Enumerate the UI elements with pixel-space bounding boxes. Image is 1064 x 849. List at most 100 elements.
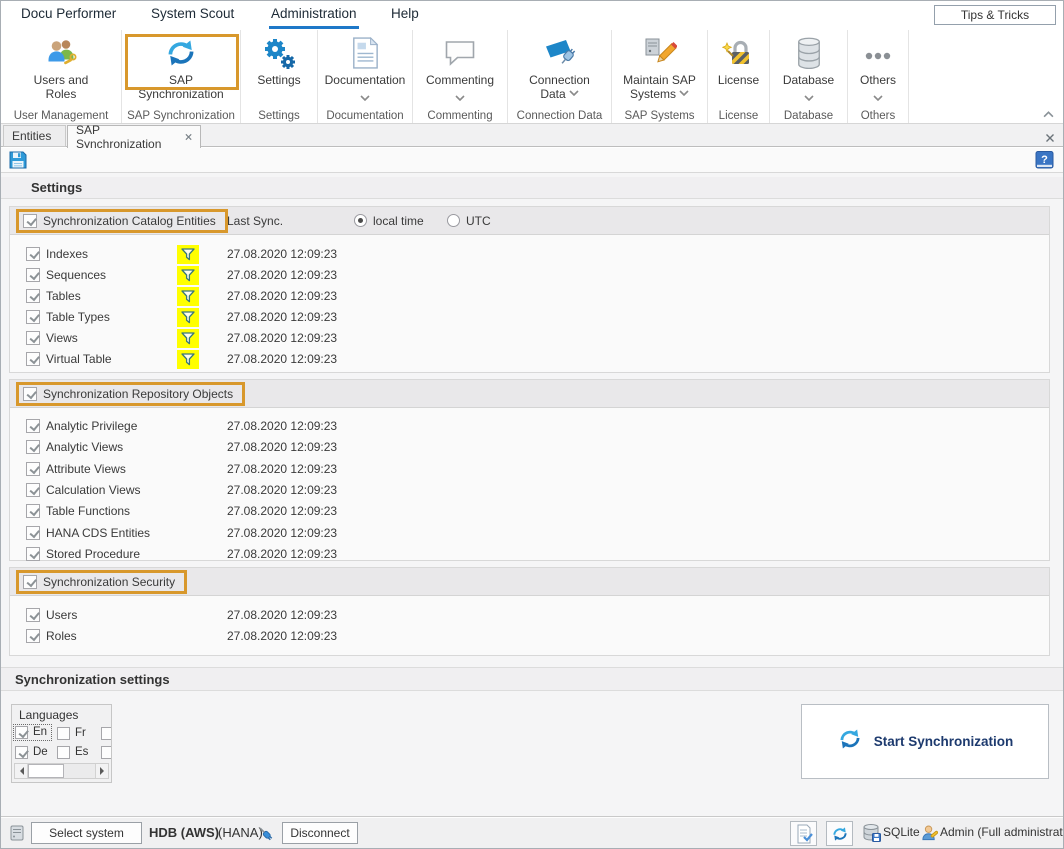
checkbox[interactable] bbox=[26, 289, 40, 303]
entity-row-virtual-table: Virtual Table 27.08.2020 12:09:23 bbox=[10, 350, 1045, 369]
checkbox[interactable] bbox=[26, 247, 40, 261]
sync-repository-objects-checkbox[interactable]: Synchronization Repository Objects bbox=[16, 382, 245, 406]
row-label: Analytic Views bbox=[46, 440, 123, 454]
checkbox[interactable] bbox=[15, 746, 28, 759]
menu-tab-administration[interactable]: Administration bbox=[269, 1, 359, 29]
scrollbar-thumb[interactable] bbox=[28, 764, 64, 778]
commenting-button[interactable]: Commenting bbox=[413, 35, 507, 106]
help-info-icon[interactable]: ? bbox=[1035, 151, 1054, 170]
entity-row-views: Views 27.08.2020 12:09:23 bbox=[10, 329, 1045, 348]
row-label: Calculation Views bbox=[46, 483, 141, 497]
menu-tab-system-scout[interactable]: System Scout bbox=[149, 1, 236, 29]
checkbox[interactable] bbox=[26, 462, 40, 476]
filter-icon[interactable] bbox=[177, 287, 199, 306]
connection-pin-icon[interactable] bbox=[255, 823, 275, 846]
language-option-en[interactable]: En bbox=[14, 724, 51, 740]
others-button[interactable]: Others bbox=[848, 35, 908, 106]
ribbon-group-user-management: Users and Roles User Management bbox=[1, 30, 122, 123]
object-row-hana-cds-entities: HANA CDS Entities 27.08.2020 12:09:23 bbox=[10, 524, 1045, 543]
checkbox[interactable] bbox=[26, 483, 40, 497]
language-option-clipped[interactable] bbox=[101, 744, 112, 760]
checkbox[interactable] bbox=[26, 526, 40, 540]
documentation-button[interactable]: Documentation bbox=[318, 35, 412, 106]
checkbox[interactable] bbox=[26, 268, 40, 282]
checkbox[interactable] bbox=[57, 727, 70, 740]
row-label: Indexes bbox=[46, 247, 88, 261]
sync-status-button[interactable] bbox=[826, 821, 853, 846]
users-and-roles-icon bbox=[45, 35, 78, 71]
language-option-clipped[interactable] bbox=[101, 725, 112, 741]
ribbon-group-caption: License bbox=[708, 110, 769, 122]
svg-text:?: ? bbox=[1041, 154, 1048, 166]
filter-icon[interactable] bbox=[177, 308, 199, 327]
checkbox[interactable] bbox=[26, 440, 40, 454]
save-icon[interactable] bbox=[9, 151, 27, 169]
checkbox[interactable] bbox=[26, 419, 40, 433]
document-check-button[interactable] bbox=[790, 821, 817, 846]
scroll-right-button[interactable] bbox=[95, 764, 108, 778]
ribbon-group-database: Database Database bbox=[770, 30, 848, 123]
connection-data-button[interactable]: Connection Data bbox=[508, 35, 611, 101]
horizontal-scrollbar[interactable] bbox=[14, 763, 109, 779]
sync-security-checkbox[interactable]: Synchronization Security bbox=[16, 570, 187, 594]
tab-entities[interactable]: Entities bbox=[3, 125, 66, 147]
menu-tab-help[interactable]: Help bbox=[389, 1, 421, 29]
row-label: Table Types bbox=[46, 310, 110, 324]
filter-icon[interactable] bbox=[177, 329, 199, 348]
language-option-fr[interactable]: Fr bbox=[57, 725, 86, 741]
chevron-down-icon bbox=[360, 88, 370, 106]
checkbox[interactable] bbox=[26, 504, 40, 518]
filter-icon[interactable] bbox=[177, 245, 199, 264]
sync-catalog-entities-checkbox[interactable]: Synchronization Catalog Entities bbox=[16, 209, 228, 233]
language-option-es[interactable]: Es bbox=[57, 744, 88, 760]
checkbox[interactable] bbox=[26, 629, 40, 643]
catalog-entities-header: Synchronization Catalog Entities Last Sy… bbox=[10, 207, 1049, 235]
collapse-ribbon-icon[interactable] bbox=[1043, 105, 1054, 123]
ribbon-group-caption: SAP Systems bbox=[612, 110, 707, 122]
entity-row-sequences: Sequences 27.08.2020 12:09:23 bbox=[10, 266, 1045, 285]
ribbon-group-caption: Documentation bbox=[318, 110, 412, 122]
checkbox[interactable] bbox=[23, 575, 37, 589]
ribbon-menu-bar: Docu Performer System Scout Administrati… bbox=[1, 1, 1063, 29]
checkbox[interactable] bbox=[23, 214, 37, 228]
utc-radio[interactable]: UTC bbox=[447, 214, 491, 228]
license-button[interactable]: License bbox=[708, 35, 769, 87]
checkbox[interactable] bbox=[23, 387, 37, 401]
row-label: Table Functions bbox=[46, 504, 130, 518]
scroll-left-button[interactable] bbox=[15, 764, 28, 778]
status-bar: Select system HDB (AWS) (HANA) Disconnec… bbox=[1, 816, 1063, 848]
radio-button[interactable] bbox=[447, 214, 460, 227]
radio-button[interactable] bbox=[354, 214, 367, 227]
menu-tab-docu-performer[interactable]: Docu Performer bbox=[19, 1, 118, 29]
language-label: En bbox=[33, 726, 47, 738]
start-synchronization-button[interactable]: Start Synchronization bbox=[801, 704, 1049, 779]
database-button[interactable]: Database bbox=[770, 35, 847, 106]
sap-synchronization-button[interactable]: SAP Synchronization bbox=[122, 35, 240, 101]
users-and-roles-button[interactable]: Users and Roles bbox=[1, 35, 121, 101]
checkbox[interactable] bbox=[26, 310, 40, 324]
filter-icon[interactable] bbox=[177, 350, 199, 369]
tips-and-tricks-button[interactable]: Tips & Tricks bbox=[934, 5, 1056, 25]
checkbox[interactable] bbox=[101, 727, 112, 740]
local-time-radio[interactable]: local time bbox=[354, 214, 424, 228]
checkbox[interactable] bbox=[26, 547, 40, 561]
object-row-analytic-privilege: Analytic Privilege 27.08.2020 12:09:23 bbox=[10, 417, 1045, 436]
language-label: De bbox=[33, 746, 48, 758]
close-icon[interactable] bbox=[1045, 130, 1055, 148]
maintain-sap-systems-button[interactable]: Maintain SAP Systems bbox=[612, 35, 707, 101]
checkbox[interactable] bbox=[15, 726, 28, 739]
tab-sap-synchronization[interactable]: SAP Synchronization bbox=[67, 125, 201, 148]
close-icon[interactable] bbox=[185, 133, 192, 141]
last-sync-time: 27.08.2020 12:09:23 bbox=[227, 440, 337, 454]
checkbox[interactable] bbox=[57, 746, 70, 759]
checkbox[interactable] bbox=[26, 352, 40, 366]
select-system-button[interactable]: Select system bbox=[31, 822, 142, 844]
language-option-de[interactable]: De bbox=[15, 744, 48, 760]
checkbox[interactable] bbox=[101, 746, 112, 759]
checkbox[interactable] bbox=[26, 608, 40, 622]
ribbon-button-label: Commenting bbox=[426, 73, 494, 87]
filter-icon[interactable] bbox=[177, 266, 199, 285]
disconnect-button[interactable]: Disconnect bbox=[282, 822, 358, 844]
settings-button[interactable]: Settings bbox=[241, 35, 317, 87]
checkbox[interactable] bbox=[26, 331, 40, 345]
